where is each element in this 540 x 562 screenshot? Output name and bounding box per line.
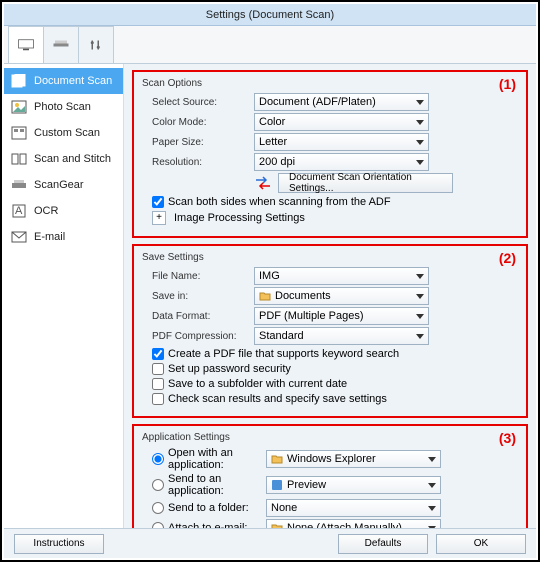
- section-number-3: (3): [499, 430, 516, 446]
- defaults-button[interactable]: Defaults: [338, 534, 428, 554]
- sidebar-item-label: E-mail: [34, 231, 65, 243]
- swap-arrows-icon[interactable]: [254, 176, 272, 190]
- tab-monitor[interactable]: [8, 26, 44, 63]
- section-number-2: (2): [499, 250, 516, 266]
- checkbox-subfolder[interactable]: Save to a subfolder with current date: [152, 378, 518, 390]
- sidebar-item-document-scan[interactable]: Document Scan: [4, 68, 123, 94]
- section-app-settings: (3) Application Settings Open with an ap…: [132, 424, 528, 528]
- label-color-mode: Color Mode:: [142, 117, 254, 128]
- section-title: Scan Options: [142, 78, 518, 89]
- radio-open-with[interactable]: Open with an application:: [142, 447, 266, 471]
- checkbox-password[interactable]: Set up password security: [152, 363, 518, 375]
- folder-icon: [259, 290, 271, 302]
- custom-icon: [10, 126, 28, 140]
- radio-send-to-app[interactable]: Send to an application:: [142, 473, 266, 497]
- document-stack-icon: [10, 74, 28, 88]
- window-title: Settings (Document Scan): [4, 4, 536, 26]
- label-save-in: Save in:: [142, 291, 254, 302]
- sidebar-item-custom-scan[interactable]: Custom Scan: [4, 120, 123, 146]
- orientation-settings-button[interactable]: Document Scan Orientation Settings...: [278, 173, 453, 193]
- photo-icon: [10, 100, 28, 114]
- paper-size-combo[interactable]: Letter: [254, 133, 429, 151]
- section-title: Save Settings: [142, 252, 518, 263]
- attach-email-combo[interactable]: None (Attach Manually): [266, 519, 441, 528]
- checkbox-scan-both-sides[interactable]: Scan both sides when scanning from the A…: [152, 196, 518, 208]
- file-name-combo[interactable]: IMG: [254, 267, 429, 285]
- sidebar-item-scangear[interactable]: ScanGear: [4, 172, 123, 198]
- section-number-1: (1): [499, 76, 516, 92]
- section-scan-options: (1) Scan Options Select Source:Document …: [132, 70, 528, 238]
- top-tabs: [4, 26, 536, 64]
- content-area: (1) Scan Options Select Source:Document …: [124, 64, 536, 528]
- tab-tools[interactable]: [78, 26, 114, 63]
- save-in-combo[interactable]: Documents: [254, 287, 429, 305]
- footer: Instructions Defaults OK: [4, 528, 536, 558]
- open-with-combo[interactable]: Windows Explorer: [266, 450, 441, 468]
- sidebar-item-photo-scan[interactable]: Photo Scan: [4, 94, 123, 120]
- preview-icon: [271, 479, 283, 491]
- email-icon: [10, 230, 28, 244]
- folder-icon: [271, 453, 283, 465]
- label-resolution: Resolution:: [142, 157, 254, 168]
- svg-text:A: A: [15, 205, 23, 217]
- label-select-source: Select Source:: [142, 97, 254, 108]
- send-to-folder-combo[interactable]: None: [266, 499, 441, 517]
- instructions-button[interactable]: Instructions: [14, 534, 104, 554]
- label-pdf-compression: PDF Compression:: [142, 331, 254, 342]
- sidebar-item-email[interactable]: E-mail: [4, 224, 123, 250]
- data-format-combo[interactable]: PDF (Multiple Pages): [254, 307, 429, 325]
- sidebar-item-label: Scan and Stitch: [34, 153, 111, 165]
- stitch-icon: [10, 152, 28, 166]
- sidebar-item-ocr[interactable]: A OCR: [4, 198, 123, 224]
- sidebar-item-label: OCR: [34, 205, 58, 217]
- label-data-format: Data Format:: [142, 311, 254, 322]
- radio-send-to-folder[interactable]: Send to a folder:: [142, 502, 266, 514]
- tab-scanner[interactable]: [43, 26, 79, 63]
- scanner-icon: [10, 178, 28, 192]
- section-title: Application Settings: [142, 432, 518, 443]
- label-file-name: File Name:: [142, 271, 254, 282]
- folder-icon: [271, 522, 283, 528]
- pdf-compression-combo[interactable]: Standard: [254, 327, 429, 345]
- color-mode-combo[interactable]: Color: [254, 113, 429, 131]
- label-paper-size: Paper Size:: [142, 137, 254, 148]
- section-save-settings: (2) Save Settings File Name:IMG Save in:…: [132, 244, 528, 418]
- plus-icon: +: [152, 211, 166, 225]
- sidebar: Document Scan Photo Scan Custom Scan Sca…: [4, 64, 124, 528]
- sidebar-item-label: Photo Scan: [34, 101, 91, 113]
- radio-attach-email[interactable]: Attach to e-mail:: [142, 522, 266, 528]
- select-source-combo[interactable]: Document (ADF/Platen): [254, 93, 429, 111]
- ocr-icon: A: [10, 204, 28, 218]
- send-to-app-combo[interactable]: Preview: [266, 476, 441, 494]
- ok-button[interactable]: OK: [436, 534, 526, 554]
- checkbox-check-results[interactable]: Check scan results and specify save sett…: [152, 393, 518, 405]
- checkbox-keyword-search[interactable]: Create a PDF file that supports keyword …: [152, 348, 518, 360]
- resolution-combo[interactable]: 200 dpi: [254, 153, 429, 171]
- sidebar-item-label: Custom Scan: [34, 127, 100, 139]
- sidebar-item-label: ScanGear: [34, 179, 84, 191]
- expand-image-processing[interactable]: +Image Processing Settings: [152, 211, 518, 225]
- sidebar-item-scan-stitch[interactable]: Scan and Stitch: [4, 146, 123, 172]
- sidebar-item-label: Document Scan: [34, 75, 112, 87]
